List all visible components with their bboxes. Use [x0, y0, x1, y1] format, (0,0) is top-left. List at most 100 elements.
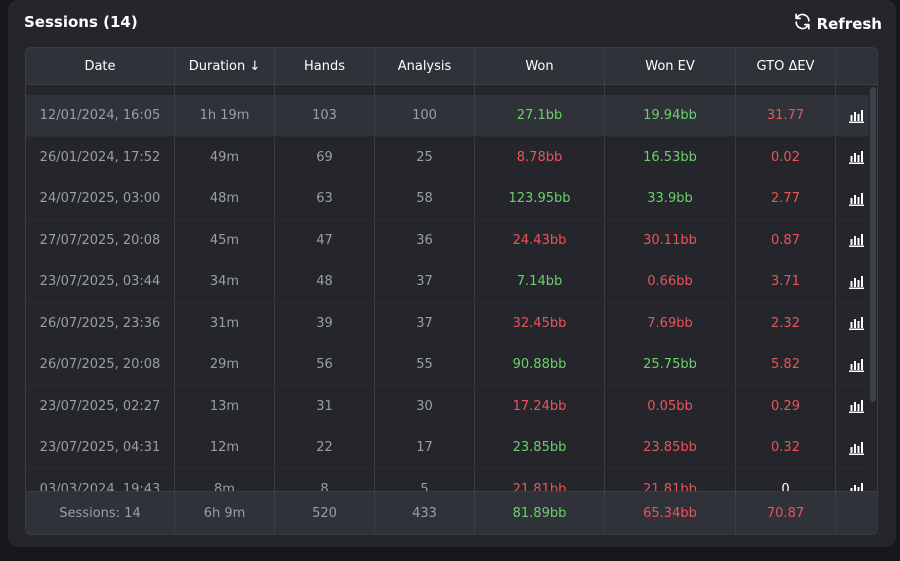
session-duration: 48m	[175, 178, 275, 219]
table-row[interactable]: 23/07/2025, 02:27 13m 31 30 17.24bb 0.05bb 0.2…	[26, 385, 877, 427]
table-footer: Sessions: 14 6h 9m 520 433 81.89bb 65.34…	[26, 491, 877, 534]
total-hands: 520	[275, 492, 375, 534]
session-hands: 22	[275, 427, 375, 468]
session-won-ev: 0.05bb	[605, 385, 736, 427]
session-analysis: 25	[375, 136, 475, 178]
session-duration: 45m	[175, 219, 275, 261]
session-hands: 103	[275, 95, 375, 136]
session-hands: 8	[275, 468, 375, 491]
total-analysis: 433	[375, 492, 475, 534]
table-row[interactable]: 26/07/2025, 20:08 29m 56 55 90.88bb 25.75bb 5.…	[26, 344, 877, 385]
session-analysis: 100	[375, 95, 475, 136]
session-date: 26/01/2024, 17:52	[26, 136, 175, 178]
session-won-ev: 16.53bb	[605, 136, 736, 178]
session-gto-ev: 3.71	[736, 261, 836, 302]
session-date: 23/07/2025, 04:31	[26, 427, 175, 468]
session-hands: 48	[275, 261, 375, 302]
session-gto-ev: 0.32	[736, 427, 836, 468]
session-duration: 1h 19m	[175, 95, 275, 136]
session-analysis: 5	[375, 468, 475, 491]
total-gto-ev: 70.87	[736, 492, 836, 534]
table-row[interactable]: 23/07/2025, 04:31 12m 22 17 23.85bb 23.85bb 0.…	[26, 427, 877, 468]
session-won-ev: 19.94bb	[605, 95, 736, 136]
session-duration: 49m	[175, 136, 275, 178]
session-gto-ev: 0	[736, 468, 836, 491]
session-won: 21.81bb	[475, 468, 605, 491]
column-header-date[interactable]: Date	[26, 48, 175, 84]
table-row[interactable]: 12/01/2024, 16:05 1h 19m 103 100 27.1bb 19.94…	[26, 95, 877, 136]
session-gto-ev: 0.02	[736, 136, 836, 178]
session-won-ev: 23.85bb	[605, 427, 736, 468]
column-header-won-ev[interactable]: Won EV	[605, 48, 736, 84]
session-gto-ev: 2.77	[736, 178, 836, 219]
session-analysis: 37	[375, 302, 475, 344]
session-won-ev: 7.69bb	[605, 302, 736, 344]
session-date: 24/07/2025, 03:00	[26, 178, 175, 219]
total-actions	[836, 492, 877, 534]
total-won-ev: 65.34bb	[605, 492, 736, 534]
session-analysis: 37	[375, 261, 475, 302]
session-duration: 29m	[175, 344, 275, 385]
table-body: 12/01/2024, 16:05 1h 19m 103 100 27.1bb 19.94…	[26, 95, 877, 491]
session-won: 27.1bb	[475, 95, 605, 136]
table-row[interactable]: 27/07/2025, 20:08 45m 47 36 24.43bb 30.11bb 0.…	[26, 219, 877, 261]
session-hands: 39	[275, 302, 375, 344]
session-gto-ev: 5.82	[736, 344, 836, 385]
header-spacer	[26, 85, 877, 95]
session-analysis: 58	[375, 178, 475, 219]
session-duration: 34m	[175, 261, 275, 302]
refresh-label: Refresh	[816, 14, 882, 33]
session-date: 23/07/2025, 02:27	[26, 385, 175, 427]
session-hands: 31	[275, 385, 375, 427]
column-header-gto-ev[interactable]: GTO ΔEV	[736, 48, 836, 84]
refresh-button[interactable]: Refresh	[793, 12, 882, 35]
sessions-panel: Sessions (14) Refresh Date Duration ↓ Ha…	[8, 0, 896, 547]
session-won-ev: 21.81bb	[605, 468, 736, 491]
column-header-duration[interactable]: Duration ↓	[175, 48, 275, 84]
session-won-ev: 25.75bb	[605, 344, 736, 385]
session-duration: 8m	[175, 468, 275, 491]
column-header-analysis[interactable]: Analysis	[375, 48, 475, 84]
session-won: 123.95bb	[475, 178, 605, 219]
refresh-icon	[793, 12, 812, 35]
session-won-ev: 0.66bb	[605, 261, 736, 302]
session-gto-ev: 0.29	[736, 385, 836, 427]
session-hands: 56	[275, 344, 375, 385]
session-gto-ev: 2.32	[736, 302, 836, 344]
session-won: 8.78bb	[475, 136, 605, 178]
panel-title: Sessions (14)	[24, 13, 138, 31]
session-won: 23.85bb	[475, 427, 605, 468]
session-date: 26/07/2025, 23:36	[26, 302, 175, 344]
session-won: 7.14bb	[475, 261, 605, 302]
session-hands: 69	[275, 136, 375, 178]
session-won: 32.45bb	[475, 302, 605, 344]
total-won: 81.89bb	[475, 492, 605, 534]
table-row[interactable]: 26/07/2025, 23:36 31m 39 37 32.45bb 7.69bb 2.3…	[26, 302, 877, 344]
session-date: 26/07/2025, 20:08	[26, 344, 175, 385]
table-row[interactable]: 23/07/2025, 03:44 34m 48 37 7.14bb 0.66bb 3.71	[26, 261, 877, 302]
session-won: 90.88bb	[475, 344, 605, 385]
session-gto-ev: 31.77	[736, 95, 836, 136]
table-row[interactable]: 24/07/2025, 03:00 48m 63 58 123.95bb 33.9bb 2.…	[26, 178, 877, 219]
table-row[interactable]: 03/03/2024, 19:43 8m 8 5 21.81bb 21.81bb 0	[26, 468, 877, 491]
column-header-actions	[836, 48, 877, 84]
column-header-hands[interactable]: Hands	[275, 48, 375, 84]
table-scrollbar[interactable]	[869, 85, 877, 491]
session-duration: 31m	[175, 302, 275, 344]
session-won: 24.43bb	[475, 219, 605, 261]
session-analysis: 17	[375, 427, 475, 468]
total-duration: 6h 9m	[175, 492, 275, 534]
sessions-table: Date Duration ↓ Hands Analysis Won Won E…	[25, 47, 878, 535]
session-won: 17.24bb	[475, 385, 605, 427]
session-won-ev: 33.9bb	[605, 178, 736, 219]
scrollbar-thumb[interactable]	[870, 87, 876, 402]
table-row[interactable]: 26/01/2024, 17:52 49m 69 25 8.78bb 16.53bb 0.0…	[26, 136, 877, 178]
session-analysis: 30	[375, 385, 475, 427]
column-header-won[interactable]: Won	[475, 48, 605, 84]
session-gto-ev: 0.87	[736, 219, 836, 261]
session-analysis: 55	[375, 344, 475, 385]
session-analysis: 36	[375, 219, 475, 261]
session-hands: 47	[275, 219, 375, 261]
session-date: 23/07/2025, 03:44	[26, 261, 175, 302]
total-sessions: Sessions: 14	[26, 492, 175, 534]
